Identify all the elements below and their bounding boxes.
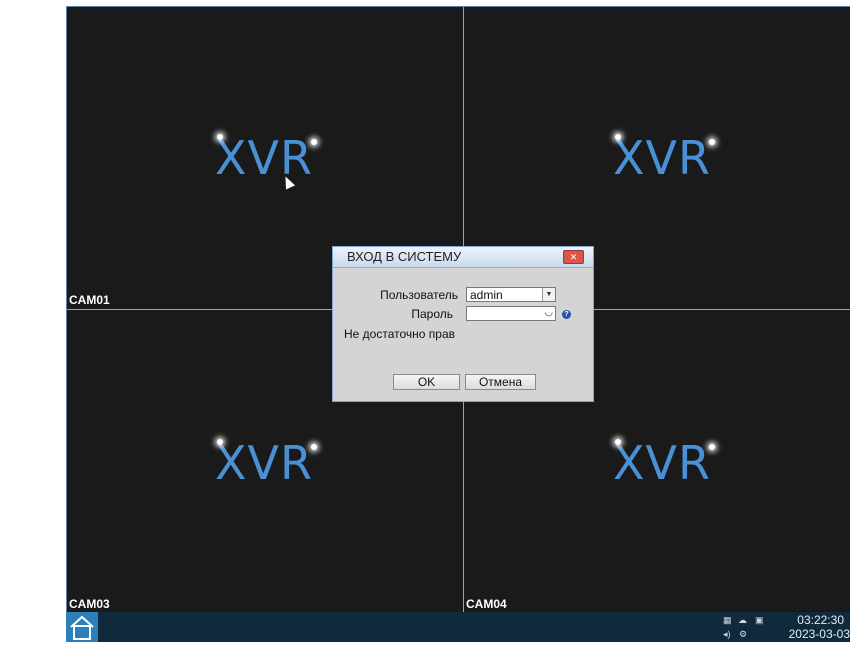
settings-icon: ⚙ — [739, 629, 748, 639]
sparkle-icon — [615, 134, 621, 140]
home-icon — [70, 615, 94, 640]
xvr-logo: XVR — [613, 439, 715, 486]
close-button[interactable]: ✕ — [563, 250, 584, 264]
camera-label: CAM01 — [69, 293, 110, 307]
home-button[interactable] — [66, 612, 98, 642]
cancel-button[interactable]: Отмена — [465, 374, 536, 390]
sparkle-icon — [310, 444, 317, 450]
error-message: Не достаточно прав — [344, 327, 455, 341]
sparkle-icon — [217, 439, 223, 445]
network-icon: ☁ — [738, 615, 747, 625]
dropdown-arrow-icon[interactable]: ▼ — [542, 288, 555, 301]
sparkle-icon — [708, 139, 715, 145]
user-select-value: admin — [470, 288, 503, 302]
dialog-title: ВХОД В СИСТЕМУ — [347, 249, 462, 264]
xvr-logo: XVR — [215, 134, 317, 181]
camera-label: CAM04 — [466, 597, 507, 611]
sparkle-icon — [708, 444, 715, 450]
clock-time: 03:22:30 — [797, 613, 844, 627]
sparkle-icon — [310, 139, 317, 145]
sparkle-icon — [615, 439, 621, 445]
user-label: Пользователь — [380, 288, 458, 302]
login-dialog: ВХОД В СИСТЕМУ ✕ Пользователь admin ▼ Па… — [332, 246, 594, 402]
dialog-titlebar[interactable]: ВХОД В СИСТЕМУ ✕ — [333, 247, 593, 268]
xvr-logo: XVR — [613, 134, 715, 181]
record-icon: ▣ — [755, 615, 764, 625]
sparkle-icon — [217, 134, 223, 140]
xvr-logo: XVR — [215, 439, 317, 486]
help-icon[interactable]: ? — [562, 310, 571, 319]
password-label: Пароль — [411, 307, 453, 321]
camera-label: CAM03 — [69, 597, 110, 611]
volume-icon: ◂) — [723, 629, 731, 639]
taskbar: ▦ ☁ ▣ ◂) ⚙ 03:22:30 2023-03-03 — [66, 612, 850, 642]
ok-button[interactable]: OK — [393, 374, 460, 390]
user-select[interactable]: admin ▼ — [466, 287, 556, 302]
hdd-icon: ▦ — [723, 615, 732, 625]
password-field[interactable]: ◡ — [466, 306, 556, 321]
clock-date: 2023-03-03 — [788, 627, 850, 641]
keyboard-toggle-icon[interactable]: ◡ — [544, 307, 553, 318]
